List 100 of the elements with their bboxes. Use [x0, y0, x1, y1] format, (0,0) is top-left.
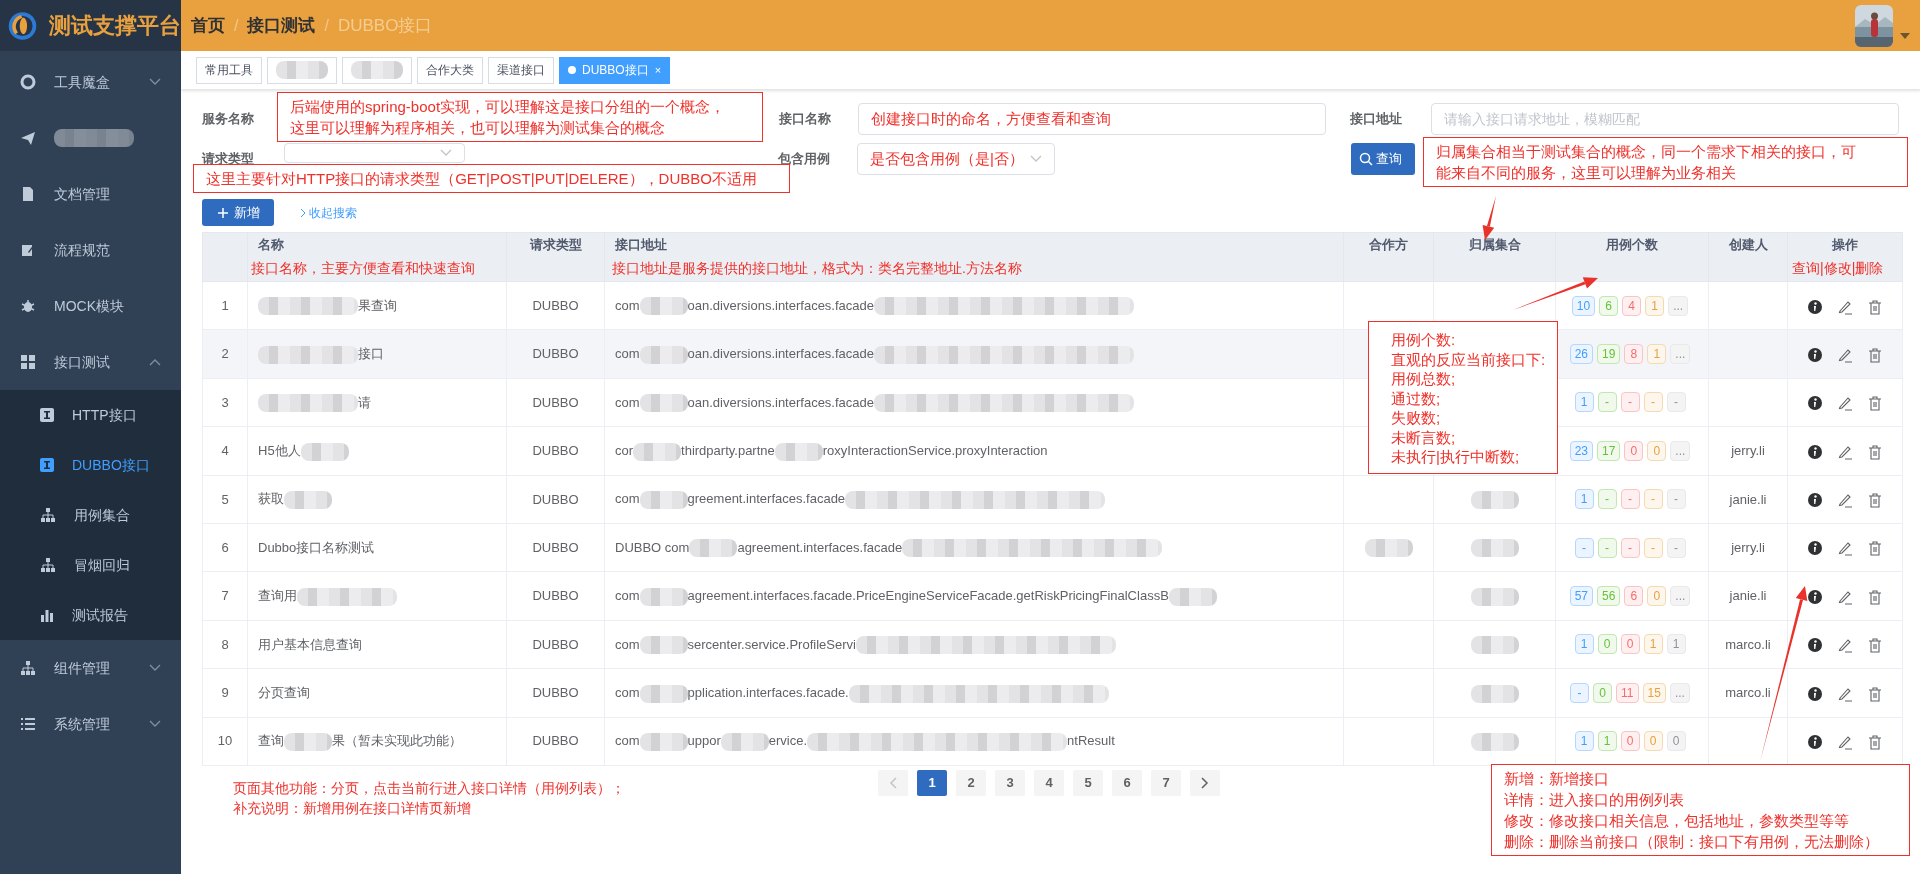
- count-badge: 1: [1643, 634, 1663, 655]
- count-badge: 6: [1599, 295, 1619, 316]
- table-cell: oan.diversions.interfaces.facade: [687, 297, 874, 313]
- tab[interactable]: 常用工具: [196, 56, 262, 84]
- column-header: 用例个数: [1555, 232, 1709, 282]
- annotation-note: 新增：新增接口 详情：进入接口的用例列表 修改：修改接口相关信息，包括地址，参数类型等等 删除：删除当前接口（限制：接口下有用例，无法删除）: [1491, 764, 1910, 856]
- table-cell: com: [615, 588, 640, 604]
- sidebar-item[interactable]: HTTP接口: [0, 390, 181, 440]
- edit-icon[interactable]: [1837, 637, 1853, 654]
- count-badge: -: [1597, 537, 1617, 558]
- table-row[interactable]: 7 查询用 DUBBO com agreement.interfaces.facade.PriceEngineServiceFacade.getRiskPricingFinalClassB 57 56 6 0 ... janie.li: [202, 571, 1903, 621]
- input-field[interactable]: 创建接口时的命名，方便查看和查询: [858, 103, 1326, 135]
- trash-icon[interactable]: [1867, 395, 1883, 412]
- trash-icon[interactable]: [1867, 734, 1883, 750]
- table-cell: ervice.: [768, 733, 808, 749]
- row-number: 7: [202, 571, 248, 621]
- table-cell: oan.diversions.interfaces.facade: [687, 394, 874, 410]
- page-button[interactable]: 5: [1073, 769, 1103, 796]
- redacted-text: [639, 394, 688, 413]
- sidebar-item[interactable]: 系统管理: [0, 696, 181, 752]
- info-icon[interactable]: [1807, 540, 1823, 557]
- breadcrumb-link[interactable]: 首页: [191, 12, 225, 39]
- page-button[interactable]: 2: [956, 769, 986, 796]
- count-badge: 23: [1569, 440, 1593, 461]
- sidebar-item[interactable]: 工具魔盒: [0, 54, 181, 110]
- chevron-icon: [440, 149, 452, 157]
- table-row[interactable]: 6 Dubbo接口名称测试 DUBBO DUBBO com agreement.interfaces.facade - - - - - jerry.li: [202, 523, 1903, 572]
- tab[interactable]: 合作大类: [417, 56, 483, 84]
- count-badge: -: [1597, 392, 1617, 413]
- info-icon[interactable]: [1807, 346, 1823, 363]
- info-icon[interactable]: [1807, 588, 1823, 605]
- chevron-icon: [300, 207, 306, 218]
- trash-icon[interactable]: [1867, 346, 1883, 363]
- count-badge: -: [1574, 537, 1594, 558]
- count-badge: ...: [1670, 440, 1691, 461]
- table-row[interactable]: 5 获取 DUBBO com greement.interfaces.facade 1 - - - - janie.li: [202, 475, 1903, 524]
- table-cell: com: [615, 685, 640, 701]
- sidebar-item[interactable]: DUBBO接口: [0, 440, 181, 490]
- count-badge: 15: [1642, 682, 1666, 703]
- page-button[interactable]: 6: [1112, 769, 1142, 796]
- trash-icon[interactable]: [1867, 685, 1883, 702]
- info-icon[interactable]: [1807, 685, 1823, 702]
- edit-icon[interactable]: [1837, 492, 1853, 509]
- trash-icon[interactable]: [1867, 298, 1883, 315]
- count-badge: 0: [1666, 731, 1686, 752]
- sidebar-item[interactable]: 流程规范: [0, 222, 181, 278]
- caret-icon[interactable]: [1899, 31, 1911, 40]
- count-badge: 1: [1645, 295, 1665, 316]
- select-field[interactable]: 是否包含用例（是|否）: [857, 143, 1055, 175]
- table-cell: janie.li: [1729, 588, 1767, 604]
- add-button[interactable]: 新增: [202, 199, 274, 226]
- breadcrumb-link[interactable]: 接口测试: [247, 12, 316, 39]
- edit-icon[interactable]: [1837, 734, 1853, 750]
- search-button[interactable]: 查询: [1351, 143, 1415, 175]
- select-field[interactable]: [284, 143, 465, 163]
- sidebar-item[interactable]: 组件管理: [0, 640, 181, 696]
- redacted-text: [774, 442, 823, 461]
- info-icon[interactable]: [1807, 637, 1823, 654]
- column-header: 创建人: [1708, 232, 1788, 282]
- count-badge: 0: [1620, 731, 1640, 752]
- sidebar-item[interactable]: 接口测试: [0, 334, 181, 390]
- sidebar-item[interactable]: 文档管理: [0, 166, 181, 222]
- table-row[interactable]: 8 用户基本信息查询 DUBBO com sercenter.service.ProfileServi 1 0 0 1 1 marco.li: [202, 620, 1903, 669]
- page-button[interactable]: 4: [1034, 769, 1064, 796]
- count-badge: 17: [1597, 440, 1621, 461]
- info-icon[interactable]: [1807, 492, 1823, 509]
- count-badge: 56: [1597, 586, 1621, 607]
- sidebar-item[interactable]: MOCK模块: [0, 278, 181, 334]
- sidebar-item[interactable]: 冒烟回归: [0, 540, 181, 590]
- sidebar-item[interactable]: 测试报告: [0, 590, 181, 640]
- tab[interactable]: 渠道接口: [488, 56, 554, 84]
- count-badge: 19: [1597, 344, 1621, 365]
- field-label: 接口名称: [779, 110, 832, 129]
- edit-icon[interactable]: [1837, 395, 1853, 412]
- trash-icon[interactable]: [1867, 540, 1883, 557]
- count-badge: -: [1643, 392, 1663, 413]
- trash-icon[interactable]: [1867, 492, 1883, 509]
- count-badge: 0: [1643, 731, 1663, 752]
- table-row[interactable]: 10 查询 果（暂未实现此功能） DUBBO com uppor ervice. ntResult 1 1 0 0 0: [202, 717, 1903, 766]
- redacted-text: [1470, 636, 1519, 655]
- info-icon[interactable]: [1807, 734, 1823, 750]
- redacted-text: [284, 491, 332, 510]
- trash-icon[interactable]: [1867, 588, 1883, 605]
- row-number: 3: [202, 378, 248, 427]
- next-page-button[interactable]: [1190, 769, 1220, 796]
- page-button[interactable]: 7: [1151, 769, 1181, 796]
- annotation-note: 页面其他功能：分页，点击当前行进入接口详情（用例列表）； 补充说明：新增用例在接口详情页新增: [233, 779, 625, 818]
- count-badge: ...: [1670, 586, 1691, 607]
- table-cell: com: [615, 394, 640, 410]
- edit-icon[interactable]: [1837, 540, 1853, 557]
- trash-icon[interactable]: [1867, 443, 1883, 460]
- trash-icon[interactable]: [1867, 637, 1883, 654]
- sidebar-item[interactable]: 用例集合: [0, 490, 181, 540]
- page-button[interactable]: 1: [917, 769, 947, 796]
- info-icon[interactable]: [1807, 395, 1823, 412]
- table-cell: com: [615, 636, 640, 652]
- info-icon[interactable]: [1807, 443, 1823, 460]
- page-button[interactable]: 3: [995, 769, 1025, 796]
- table-row[interactable]: 9 分页查询 DUBBO com pplication.interfaces.facade. - 0 11 15 ... marco.li: [202, 668, 1903, 717]
- info-icon[interactable]: [1807, 298, 1823, 315]
